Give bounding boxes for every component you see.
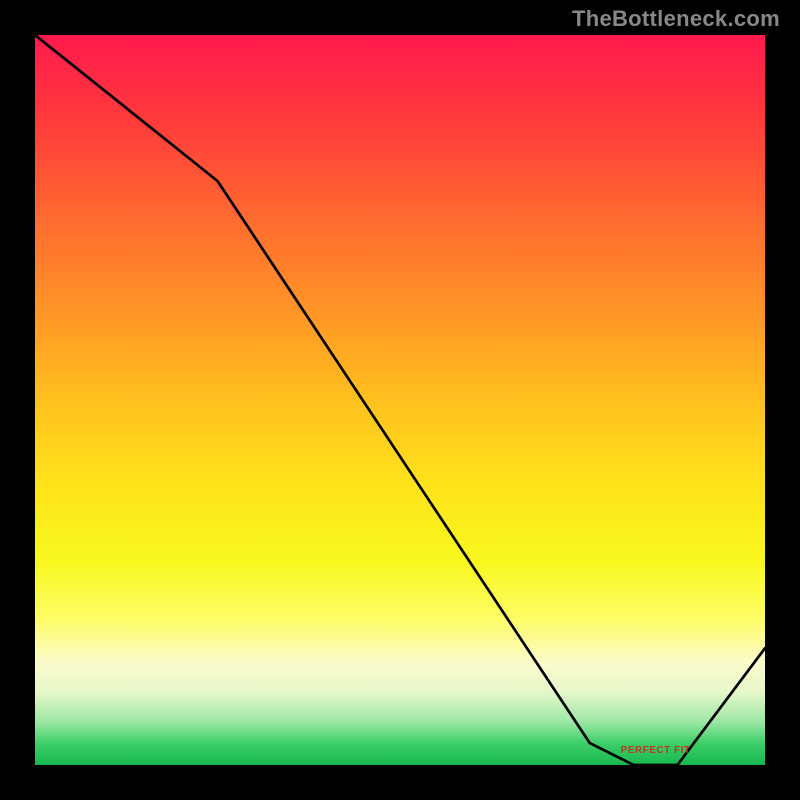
watermark-label: TheBottleneck.com xyxy=(572,6,780,32)
chart-frame: TheBottleneck.com PERFECT FIT xyxy=(0,0,800,800)
perfect-fit-annotation: PERFECT FIT xyxy=(621,745,691,756)
plot-area: PERFECT FIT xyxy=(35,35,765,765)
chart-line-svg xyxy=(35,35,765,765)
curve-path xyxy=(35,35,765,765)
